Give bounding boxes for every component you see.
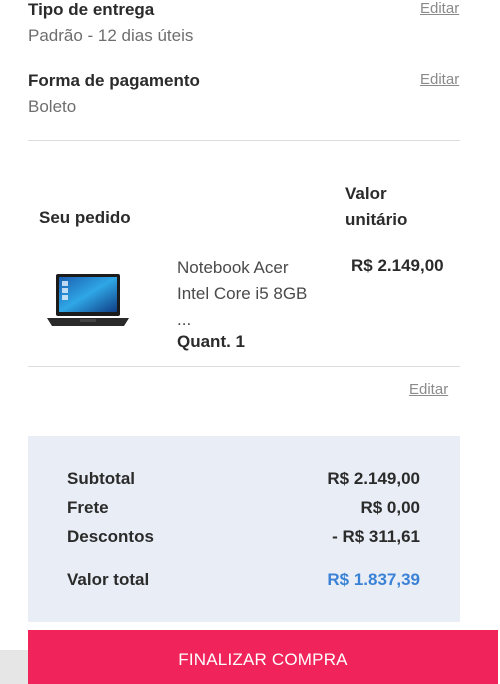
shipping-label: Frete: [67, 498, 109, 517]
divider-top: [28, 140, 460, 141]
divider-order: [28, 366, 460, 367]
delivery-value: Padrão - 12 dias úteis: [28, 26, 194, 45]
order-heading: Seu pedido: [39, 208, 131, 227]
product-name-line3: ...: [177, 310, 192, 329]
delivery-title: Tipo de entrega: [28, 0, 155, 19]
edit-payment-link[interactable]: Editar: [420, 71, 459, 88]
total-value: R$ 1.837,39: [327, 570, 420, 589]
subtotal-label: Subtotal: [67, 469, 135, 488]
unit-price-heading-line1: Valor: [345, 184, 387, 203]
product-quantity: Quant. 1: [177, 332, 246, 351]
shipping-row: Frete R$ 0,00: [67, 498, 420, 518]
subtotal-value: R$ 2.149,00: [327, 469, 420, 488]
discount-label: Descontos: [67, 527, 154, 546]
payment-section: Forma de pagamento Boleto: [28, 71, 460, 117]
order-summary: Subtotal R$ 2.149,00 Frete R$ 0,00 Desco…: [28, 436, 460, 622]
edit-delivery-link[interactable]: Editar: [420, 0, 459, 17]
payment-value: Boleto: [28, 97, 77, 116]
shipping-value: R$ 0,00: [360, 498, 420, 517]
edit-order-link[interactable]: Editar: [409, 381, 448, 398]
delivery-section: Tipo de entrega Padrão - 12 dias úteis: [28, 0, 460, 46]
unit-price-heading-line2: unitário: [345, 210, 408, 229]
product-name[interactable]: Notebook Acer Intel Core i5 8GB ...: [177, 255, 337, 333]
discount-value: - R$ 311,61: [332, 527, 420, 546]
finalize-purchase-button[interactable]: FINALIZAR COMPRA: [28, 630, 498, 684]
product-name-line2: Intel Core i5 8GB: [177, 284, 308, 303]
checkout-review-page: Tipo de entrega Padrão - 12 dias úteis E…: [0, 0, 500, 684]
product-name-line1: Notebook Acer: [177, 258, 289, 277]
total-row: Valor total R$ 1.837,39: [67, 570, 420, 590]
unit-price-heading: Valor unitário: [345, 181, 407, 233]
product-unit-price: R$ 2.149,00: [351, 256, 444, 275]
discount-row: Descontos - R$ 311,61: [67, 527, 420, 547]
laptop-icon: [47, 274, 129, 326]
subtotal-row: Subtotal R$ 2.149,00: [67, 469, 420, 489]
payment-title: Forma de pagamento: [28, 71, 200, 90]
total-label: Valor total: [67, 570, 150, 589]
background-strip: [0, 650, 28, 684]
